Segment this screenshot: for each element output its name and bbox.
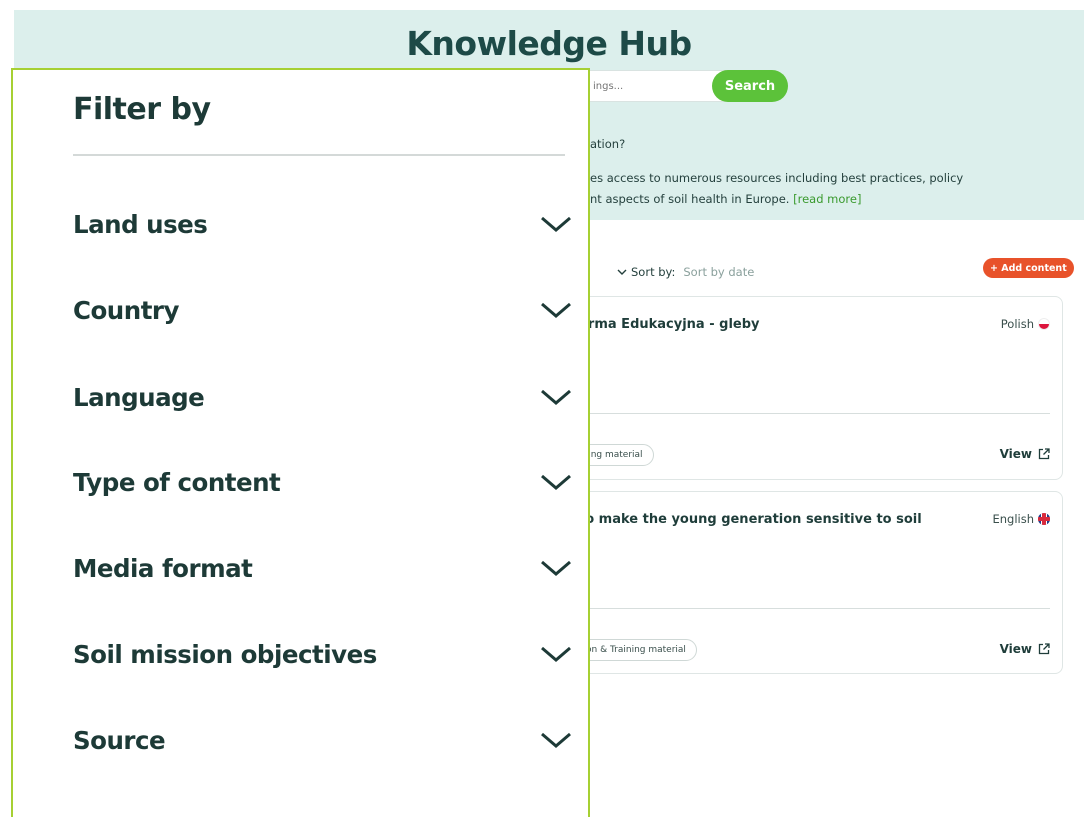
read-more-link[interactable]: [read more] bbox=[793, 192, 861, 206]
filter-label: Media format bbox=[73, 553, 253, 583]
intro-line-2: nt aspects of soil health in Europe. bbox=[590, 192, 794, 206]
external-link-icon bbox=[1038, 448, 1050, 460]
external-link-icon bbox=[1038, 643, 1050, 655]
filter-item-type-of-content[interactable]: Type of content bbox=[73, 462, 573, 502]
filter-item-land-uses[interactable]: Land uses bbox=[73, 204, 573, 244]
filter-panel: Filter by Land uses Country Language Typ… bbox=[11, 68, 590, 817]
chevron-down-icon bbox=[541, 732, 571, 748]
sort-control[interactable]: Sort by: Sort by date bbox=[617, 265, 754, 279]
sort-value[interactable]: Sort by date bbox=[683, 265, 754, 279]
chevron-down-icon bbox=[541, 474, 571, 490]
filter-item-media-format[interactable]: Media format bbox=[73, 548, 573, 588]
filter-label: Country bbox=[73, 295, 179, 325]
chevron-down-icon bbox=[541, 389, 571, 405]
filter-label: Type of content bbox=[73, 467, 281, 497]
filter-label: Source bbox=[73, 725, 166, 755]
resource-card: to make the young generation sensitive t… bbox=[560, 491, 1063, 674]
chevron-down-icon bbox=[541, 302, 571, 318]
chevron-down-icon bbox=[541, 646, 571, 662]
filter-label: Language bbox=[73, 382, 205, 412]
poland-flag-icon bbox=[1038, 318, 1050, 330]
search-input[interactable] bbox=[574, 70, 728, 102]
intro-line-1: es access to numerous resources includin… bbox=[590, 171, 964, 185]
language-label: Polish bbox=[1000, 317, 1034, 331]
filter-item-language[interactable]: Language bbox=[73, 377, 573, 417]
card-language: Polish bbox=[1001, 317, 1050, 331]
filter-label: Land uses bbox=[73, 209, 208, 239]
filter-item-country[interactable]: Country bbox=[73, 290, 573, 330]
view-label: View bbox=[999, 642, 1032, 656]
card-divider bbox=[579, 413, 1050, 414]
uk-flag-icon bbox=[1038, 513, 1050, 525]
view-label: View bbox=[999, 447, 1032, 461]
card-language: English bbox=[992, 512, 1050, 526]
card-title[interactable]: to make the young generation sensitive t… bbox=[579, 512, 922, 527]
search-button[interactable]: Search bbox=[712, 70, 788, 102]
language-label: English bbox=[992, 512, 1034, 526]
card-divider bbox=[579, 608, 1050, 609]
filter-label: Soil mission objectives bbox=[73, 639, 377, 669]
view-link[interactable]: View bbox=[1000, 642, 1050, 656]
chevron-down-icon bbox=[541, 560, 571, 576]
intro-text: es access to numerous resources includin… bbox=[590, 168, 1030, 210]
card-title[interactable]: orma Edukacyjna - gleby bbox=[579, 317, 760, 332]
resource-card: orma Edukacyjna - gleby Polish ining mat… bbox=[560, 296, 1063, 480]
add-content-button[interactable]: + Add content bbox=[983, 258, 1074, 278]
filter-divider bbox=[73, 154, 565, 156]
view-link[interactable]: View bbox=[1000, 447, 1050, 461]
sort-label: Sort by: bbox=[631, 265, 676, 279]
page-title: Knowledge Hub bbox=[406, 24, 692, 63]
chevron-down-icon bbox=[541, 216, 571, 232]
filter-title: Filter by bbox=[73, 92, 211, 127]
filter-item-source[interactable]: Source bbox=[73, 720, 573, 760]
chevron-down-icon bbox=[617, 269, 627, 275]
intro-question: ation? bbox=[590, 137, 626, 151]
filter-item-soil-mission-objectives[interactable]: Soil mission objectives bbox=[73, 634, 573, 674]
